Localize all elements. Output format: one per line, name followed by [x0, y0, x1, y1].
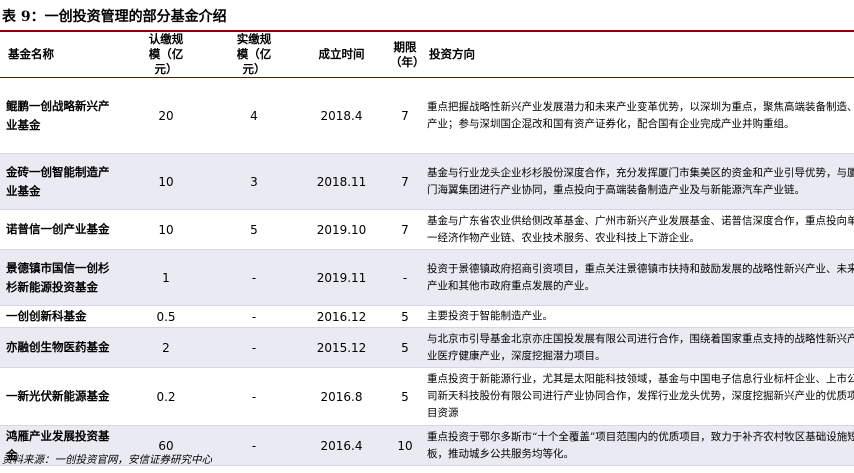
subscribed-scale: 20 [118, 77, 214, 154]
subscribed-scale: 10 [118, 153, 214, 210]
investment-direction: 与北京市引导基金北京亦庄国投发展有限公司进行合作，围绕着国家重点支持的战略性新兴… [421, 327, 854, 368]
investment-direction: 基金与广东省农业供给侧改革基金、广州市新兴产业发展基金、诺普信深度合作，重点投向… [421, 209, 854, 250]
subscribed-scale: 0.2 [118, 367, 214, 426]
paid-scale: 3 [214, 153, 294, 210]
subscribed-scale: 1 [118, 249, 214, 306]
established-date: 2016.12 [294, 305, 389, 328]
table-caption: 表 9：一创投资管理的部分基金介绍 [2, 9, 227, 25]
source-note: 资料来源：一创投资官网，安信证券研究中心 [2, 454, 212, 466]
paid-scale: - [214, 305, 294, 328]
table-row: 一创创新科基金 0.5 - 2016.12 5 主要投资于智能制造产业。 [0, 305, 854, 328]
fund-name: 诺普信一创产业基金 [0, 209, 118, 250]
table-row: 一新光伏新能源基金 0.2 - 2016.8 5 重点投资于新能源行业，尤其是太… [0, 367, 854, 426]
header-established-date: 成立时间 [294, 32, 389, 78]
header-subscribed-scale: 认缴规模（亿元） [118, 32, 214, 78]
fund-term: 10 [389, 425, 421, 466]
table-row: 金砖一创智能制造产业基金 10 3 2018.11 7 基金与行业龙头企业杉杉股… [0, 153, 854, 210]
fund-term: 5 [389, 367, 421, 426]
paid-scale: 5 [214, 209, 294, 250]
table-row: 诺普信一创产业基金 10 5 2019.10 7 基金与广东省农业供给侧改革基金… [0, 209, 854, 250]
table-row: 亦融创生物医药基金 2 - 2015.12 5 与北京市引导基金北京亦庄国投发展… [0, 327, 854, 368]
paid-scale: - [214, 367, 294, 426]
investment-direction: 主要投资于智能制造产业。 [421, 305, 854, 328]
header-investment-direction: 投资方向 [421, 32, 854, 78]
established-date: 2019.11 [294, 249, 389, 306]
established-date: 2015.12 [294, 327, 389, 368]
investment-direction: 重点投资于鄂尔多斯市“十个全覆盖”项目范围内的优质项目，致力于补齐农村牧区基础设… [421, 425, 854, 466]
paid-scale: 4 [214, 77, 294, 154]
fund-name: 景德镇市国信一创杉杉新能源投资基金 [0, 249, 118, 306]
fund-term: 7 [389, 153, 421, 210]
fund-term: 5 [389, 327, 421, 368]
investment-direction: 基金与行业龙头企业杉杉股份深度合作，充分发挥厦门市集美区的资金和产业引导优势，与… [421, 153, 854, 210]
investment-direction: 重点投资于新能源行业，尤其是太阳能科技领域，基金与中国电子信息行业标杆企业、上市… [421, 367, 854, 426]
established-date: 2019.10 [294, 209, 389, 250]
fund-name: 一创创新科基金 [0, 305, 118, 328]
subscribed-scale: 0.5 [118, 305, 214, 328]
header-term: 期限（年） [389, 32, 421, 78]
investment-direction: 重点把握战略性新兴产业发展潜力和未来产业变革优势，以深圳为重点，聚焦高端装备制造… [421, 77, 854, 154]
table-header-row: 基金名称 认缴规模（亿元） 实缴规模（亿元） 成立时间 期限（年） 投资方向 [0, 32, 854, 78]
fund-term: 7 [389, 77, 421, 154]
fund-name: 金砖一创智能制造产业基金 [0, 153, 118, 210]
investment-direction: 投资于景德镇政府招商引资项目，重点关注景德镇市扶持和鼓励发展的战略性新兴产业、未… [421, 249, 854, 306]
fund-name: 一新光伏新能源基金 [0, 367, 118, 426]
header-paid-scale: 实缴规模（亿元） [214, 32, 294, 78]
established-date: 2016.8 [294, 367, 389, 426]
paid-scale: - [214, 425, 294, 466]
table-row: 鲲鹏一创战略新兴产业基金 20 4 2018.4 7 重点把握战略性新兴产业发展… [0, 77, 854, 154]
header-fund-name: 基金名称 [0, 32, 118, 78]
established-date: 2018.11 [294, 153, 389, 210]
paid-scale: - [214, 327, 294, 368]
subscribed-scale: 10 [118, 209, 214, 250]
established-date: 2016.4 [294, 425, 389, 466]
fund-name: 亦融创生物医药基金 [0, 327, 118, 368]
fund-term: - [389, 249, 421, 306]
fund-table: 基金名称 认缴规模（亿元） 实缴规模（亿元） 成立时间 期限（年） 投资方向 鲲… [0, 32, 854, 466]
established-date: 2018.4 [294, 77, 389, 154]
fund-term: 7 [389, 209, 421, 250]
table-row: 景德镇市国信一创杉杉新能源投资基金 1 - 2019.11 - 投资于景德镇政府… [0, 249, 854, 306]
subscribed-scale: 2 [118, 327, 214, 368]
fund-term: 5 [389, 305, 421, 328]
paid-scale: - [214, 249, 294, 306]
fund-name: 鲲鹏一创战略新兴产业基金 [0, 77, 118, 154]
